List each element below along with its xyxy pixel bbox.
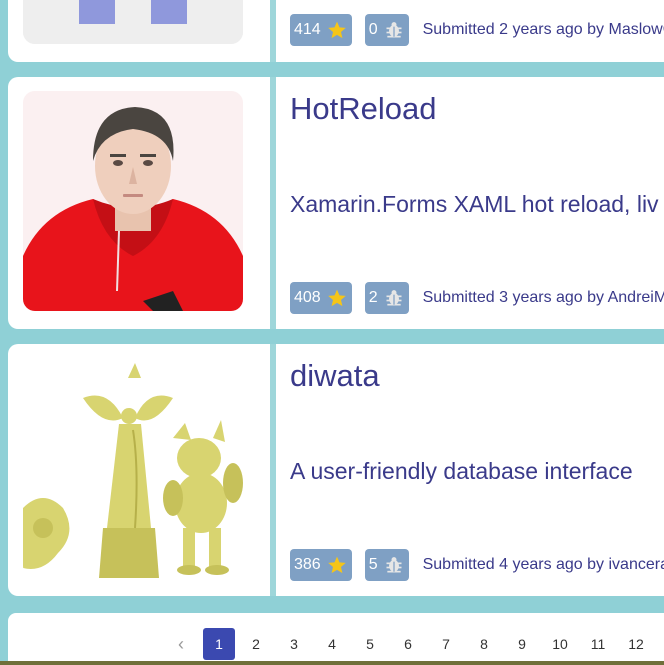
page-button-5[interactable]: 5 — [354, 628, 386, 660]
bug-icon — [386, 22, 402, 38]
submitted-info: Submitted 3 years ago by AndreiM — [422, 289, 664, 306]
page-button-2[interactable]: 2 — [240, 628, 272, 660]
issues-count: 2 — [368, 289, 378, 306]
stars-count: 386 — [294, 556, 321, 573]
project-description: Xamarin.Forms XAML hot reload, liv — [290, 191, 659, 217]
page-button-9[interactable]: 9 — [506, 628, 538, 660]
issues-badge[interactable]: 2 — [364, 282, 409, 314]
issues-badge[interactable]: 0 — [364, 14, 409, 46]
star-icon — [327, 289, 346, 307]
project-thumbnail[interactable] — [23, 358, 243, 578]
card-content: HotReload Xamarin.Forms XAML hot reload,… — [290, 77, 664, 329]
stars-count: 414 — [294, 21, 321, 38]
page-button-8[interactable]: 8 — [468, 628, 500, 660]
project-title[interactable]: diwata — [290, 358, 380, 394]
bug-icon — [386, 557, 402, 573]
card-content: diwata A user-friendly database interfac… — [290, 344, 664, 596]
stars-badge[interactable]: 408 — [290, 282, 352, 314]
card-divider — [270, 77, 276, 329]
thumbnail-column — [8, 0, 270, 62]
bug-icon — [386, 290, 402, 306]
issues-badge[interactable]: 5 — [364, 549, 409, 581]
project-description: A user-friendly database interface — [290, 458, 633, 484]
star-icon — [327, 21, 346, 39]
submitted-info: Submitted 4 years ago by ivancera — [422, 556, 664, 573]
thumbnail-column — [8, 344, 270, 596]
project-thumbnail[interactable] — [23, 91, 243, 311]
project-card: 414 0 Submitted 2 years ago by MaslowC — [8, 0, 664, 62]
page-button-7[interactable]: 7 — [430, 628, 462, 660]
card-divider — [270, 344, 276, 596]
page-button-10[interactable]: 10 — [544, 628, 576, 660]
issues-count: 0 — [368, 21, 378, 38]
stars-badge[interactable]: 414 — [290, 14, 352, 46]
page-button-1[interactable]: 1 — [203, 628, 235, 660]
star-icon — [327, 556, 346, 574]
card-content: 414 0 Submitted 2 years ago by MaslowC — [290, 0, 664, 62]
stars-count: 408 — [294, 289, 321, 306]
page-button-3[interactable]: 3 — [278, 628, 310, 660]
page-button-11[interactable]: 11 — [582, 628, 614, 660]
card-divider — [270, 0, 276, 62]
bottom-edge — [0, 661, 664, 665]
card-meta: 414 0 Submitted 2 years ago by MaslowC — [290, 14, 664, 46]
project-card: HotReload Xamarin.Forms XAML hot reload,… — [8, 77, 664, 329]
page-button-6[interactable]: 6 — [392, 628, 424, 660]
project-thumbnail[interactable] — [23, 0, 243, 44]
prev-page-button[interactable]: ‹ — [165, 628, 197, 660]
pagination: ‹ 1 2 3 4 5 6 7 8 9 10 11 12 — [8, 613, 664, 665]
card-meta: 386 5 Submitted 4 years ago by ivancera — [290, 549, 664, 581]
page-button-4[interactable]: 4 — [316, 628, 348, 660]
page-button-12[interactable]: 12 — [620, 628, 652, 660]
stars-badge[interactable]: 386 — [290, 549, 352, 581]
project-card: diwata A user-friendly database interfac… — [8, 344, 664, 596]
issues-count: 5 — [368, 556, 378, 573]
project-title[interactable]: HotReload — [290, 91, 436, 127]
thumbnail-column — [8, 77, 270, 329]
card-meta: 408 2 Submitted 3 years ago by AndreiM — [290, 282, 664, 314]
submitted-info: Submitted 2 years ago by MaslowC — [422, 21, 664, 38]
